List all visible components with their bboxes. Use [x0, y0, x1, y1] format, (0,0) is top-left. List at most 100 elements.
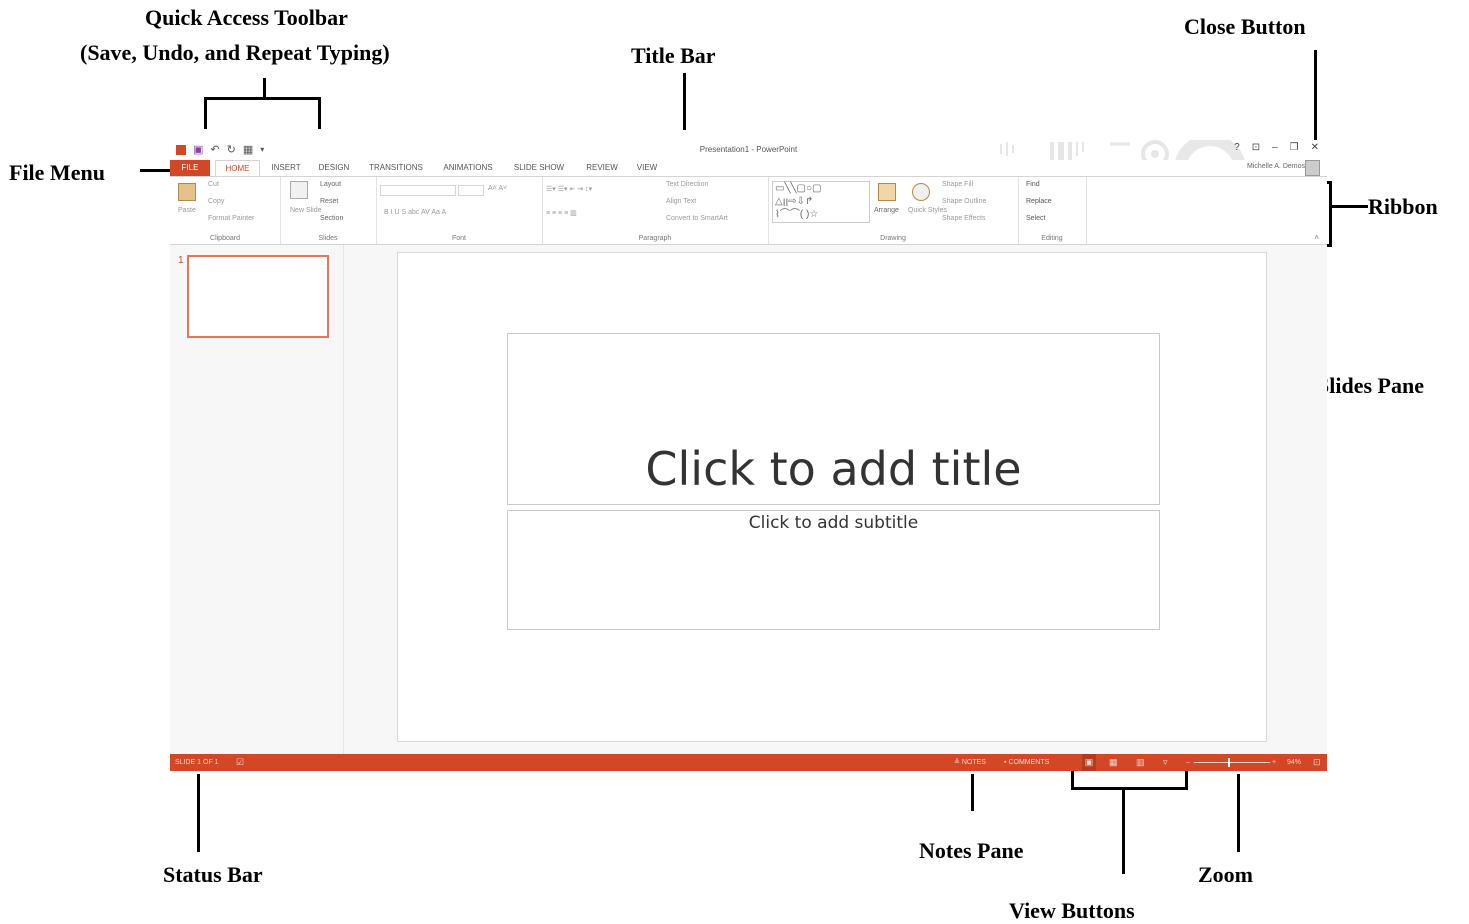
editing-group-label: Editing [1041, 235, 1063, 242]
collapse-ribbon-icon[interactable]: ˄ [1314, 233, 1319, 242]
slide-show-view-icon[interactable]: ▿ [1163, 754, 1168, 771]
slide-sorter-view-icon[interactable]: ▦ [1109, 754, 1118, 771]
arrange-button[interactable]: Arrange [874, 207, 899, 214]
paragraph-group-label: Paragraph [638, 235, 672, 242]
annotation-close-button: Close Button [1184, 14, 1306, 39]
alignment-buttons[interactable]: ≡ ≡ ≡ ≡ ▥ [546, 209, 577, 217]
paste-button[interactable]: Paste [178, 207, 196, 214]
shapes-gallery[interactable]: ▭╲╲▢○▢ △ꞁꞁ⇨⇩↱ ⌇⌒⌒( )☆ [772, 181, 870, 223]
slide-canvas[interactable]: Click to add title Click to add subtitle [397, 252, 1267, 742]
font-name-combo[interactable] [380, 185, 456, 196]
user-name[interactable]: Michelle A. Demos [1247, 163, 1305, 170]
restore-button[interactable]: ❐ [1290, 142, 1299, 153]
title-placeholder[interactable]: Click to add title [507, 333, 1160, 505]
ribbon-pointer [1331, 205, 1368, 208]
close-button[interactable]: ✕ [1311, 142, 1319, 153]
slide-info: SLIDE 1 OF 1 [175, 759, 219, 766]
spell-check-icon[interactable]: ☑ [236, 754, 244, 771]
notes-button[interactable]: ≜ NOTES [954, 754, 986, 771]
annotation-ribbon: Ribbon [1368, 194, 1438, 219]
shape-fill-button[interactable]: Shape Fill [942, 181, 973, 188]
font-group: A˄ A˅ B I U S abc AV Aa A Font [376, 177, 543, 244]
new-slide-button[interactable]: New Slide [290, 207, 322, 214]
convert-smartart-button[interactable]: Convert to SmartArt [666, 215, 728, 222]
layout-button[interactable]: Layout [320, 181, 341, 188]
format-painter-button[interactable]: Format Painter [208, 215, 254, 222]
annotation-qat: Quick Access Toolbar [145, 5, 348, 30]
ribbon-tabs: FILE HOME INSERT DESIGN TRANSITIONS ANIM… [170, 160, 1327, 176]
avatar[interactable] [1305, 160, 1320, 176]
find-button[interactable]: Find [1026, 181, 1040, 188]
title-bar: ▣ ↶ ↻ ▦ ▾ Presentation1 - PowerPoint ? ⊡… [170, 140, 1327, 170]
zoom-level[interactable]: 94% [1287, 754, 1301, 771]
ribbon-display-options-icon[interactable]: ⊡ [1252, 142, 1260, 153]
reset-button[interactable]: Reset [320, 198, 338, 205]
notes-label: NOTES [961, 759, 986, 766]
editing-group: Find Replace Select Editing [1018, 177, 1087, 244]
font-size-buttons[interactable]: A˄ A˅ [488, 185, 507, 192]
arrange-icon[interactable] [878, 183, 896, 201]
tab-transitions[interactable]: TRANSITIONS [362, 160, 430, 176]
copy-button[interactable]: Copy [208, 198, 224, 205]
tab-insert[interactable]: INSERT [264, 160, 308, 176]
comments-button[interactable]: ▪ COMMENTS [1004, 754, 1049, 771]
zoom-pointer [1237, 774, 1240, 852]
view-bracket-stem [1122, 789, 1125, 874]
ribbon-bracket-side [1329, 181, 1332, 247]
shape-outline-button[interactable]: Shape Outline [942, 198, 986, 205]
replace-button[interactable]: Replace [1026, 198, 1052, 205]
align-text-button[interactable]: Align Text [666, 198, 696, 205]
ribbon: Paste Cut Copy Format Painter Clipboard … [170, 176, 1327, 245]
paste-icon[interactable] [178, 183, 196, 201]
paragraph-group: ☰▾ ☰▾ ⇤ ⇥ ↕▾ Text Direction Align Text C… [542, 177, 769, 244]
clipboard-group-label: Clipboard [210, 235, 240, 242]
slide-thumbnails-pane: 1 [170, 245, 344, 754]
zoom-slider-track[interactable] [1194, 762, 1270, 763]
section-button[interactable]: Section [320, 215, 343, 222]
subtitle-placeholder-text: Click to add subtitle [748, 513, 919, 533]
qat-bracket-bar [204, 97, 321, 100]
cut-button[interactable]: Cut [208, 181, 219, 188]
quick-styles-icon[interactable] [912, 183, 930, 201]
drawing-group-label: Drawing [880, 235, 906, 242]
tab-file[interactable]: FILE [170, 160, 210, 176]
window-controls: ? ⊡ – ❐ ✕ [1234, 142, 1319, 153]
normal-view-icon[interactable]: ▣ [1082, 754, 1096, 771]
drawing-group: ▭╲╲▢○▢ △ꞁꞁ⇨⇩↱ ⌇⌒⌒( )☆ Arrange Quick Styles… [768, 177, 1019, 244]
zoom-slider-handle[interactable] [1228, 758, 1230, 767]
select-button[interactable]: Select [1026, 215, 1045, 222]
zoom-in-icon[interactable]: + [1272, 754, 1276, 771]
new-slide-icon[interactable] [290, 181, 308, 199]
qat-bracket-stem [263, 78, 266, 98]
tab-slide-show[interactable]: SLIDE SHOW [508, 160, 570, 176]
tab-home[interactable]: HOME [215, 160, 260, 176]
font-format-buttons[interactable]: B I U S abc AV Aa A [384, 209, 446, 216]
slides-group-label: Slides [318, 235, 338, 242]
status-bar: SLIDE 1 OF 1 ☑ ≜ NOTES ▪ COMMENTS ▣ ▦ ▥ … [170, 754, 1327, 771]
fit-slide-icon[interactable]: ⊡ [1313, 754, 1321, 771]
slides-group: New Slide Layout Reset Section Slides [280, 177, 377, 244]
reading-view-icon[interactable]: ▥ [1136, 754, 1145, 771]
notes-pane-pointer [971, 774, 974, 811]
qat-bracket-left [204, 97, 207, 129]
font-group-label: Font [451, 235, 466, 242]
font-size-combo[interactable] [458, 185, 484, 196]
tab-animations[interactable]: ANIMATIONS [436, 160, 500, 176]
zoom-out-icon[interactable]: – [1186, 754, 1190, 771]
text-direction-button[interactable]: Text Direction [666, 181, 708, 188]
annotation-notes-pane: Notes Pane [919, 838, 1024, 863]
annotation-qat-detail: (Save, Undo, and Repeat Typing) [80, 40, 390, 65]
quick-styles-button[interactable]: Quick Styles [908, 207, 947, 214]
title-placeholder-text: Click to add title [645, 442, 1022, 496]
annotation-status-bar: Status Bar [163, 862, 263, 887]
tab-design[interactable]: DESIGN [312, 160, 356, 176]
help-icon[interactable]: ? [1234, 142, 1240, 153]
slide-thumbnail[interactable] [187, 255, 329, 338]
subtitle-placeholder[interactable]: Click to add subtitle [507, 510, 1160, 630]
minimize-button[interactable]: – [1272, 142, 1278, 153]
tab-view[interactable]: VIEW [630, 160, 664, 176]
tab-review[interactable]: REVIEW [580, 160, 624, 176]
list-buttons[interactable]: ☰▾ ☰▾ ⇤ ⇥ ↕▾ [546, 185, 592, 193]
title-bar-pointer [683, 73, 686, 130]
shape-effects-button[interactable]: Shape Effects [942, 215, 985, 222]
